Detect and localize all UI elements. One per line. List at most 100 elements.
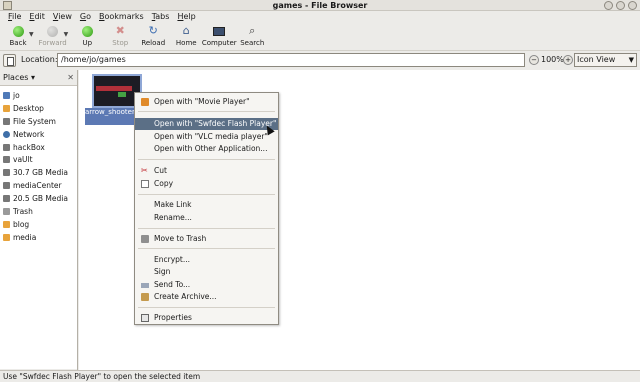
title-bar: games - File Browser bbox=[0, 0, 640, 11]
menu-bar: File Edit View Go Bookmarks Tabs Help bbox=[0, 11, 640, 23]
sidebar-item-vault[interactable]: vaUlt bbox=[0, 153, 77, 166]
menu-item-open-movie-player[interactable]: Open with "Movie Player" bbox=[135, 96, 278, 108]
forward-arrow-icon bbox=[46, 24, 60, 38]
minimize-button[interactable] bbox=[604, 1, 613, 10]
chevron-down-icon: ▼ bbox=[628, 56, 634, 64]
location-input[interactable]: /home/jo/games bbox=[57, 53, 525, 67]
search-button[interactable]: ⌕ Search bbox=[236, 23, 268, 48]
trash-icon bbox=[141, 235, 149, 243]
movie-player-icon bbox=[141, 98, 149, 106]
menu-item-cut[interactable]: ✂ Cut bbox=[135, 165, 278, 177]
menu-item-encrypt[interactable]: Encrypt... bbox=[135, 254, 278, 266]
reload-button[interactable]: ↻ Reload bbox=[137, 23, 169, 48]
menu-separator bbox=[138, 248, 275, 249]
desktop-folder-icon bbox=[3, 104, 10, 112]
menu-item-rename[interactable]: Rename... bbox=[135, 212, 278, 224]
folder-icon bbox=[3, 233, 10, 241]
home-button[interactable]: ⌂ Home bbox=[170, 23, 202, 48]
menu-item-send-to[interactable]: Send To... bbox=[135, 279, 278, 291]
sidebar: Places ▾ ✕ jo Desktop File System Networ… bbox=[0, 70, 78, 370]
sidebar-item-20gb-media[interactable]: 20.5 GB Media bbox=[0, 192, 77, 205]
menu-item-copy[interactable]: Copy bbox=[135, 178, 278, 190]
menu-bookmarks[interactable]: Bookmarks bbox=[95, 11, 148, 23]
sidebar-item-hackbox[interactable]: hackBox bbox=[0, 141, 77, 154]
stop-icon: ✖ bbox=[115, 24, 125, 37]
drive-icon bbox=[3, 195, 10, 203]
location-toggle-button[interactable] bbox=[3, 54, 16, 67]
sidebar-item-blog[interactable]: blog bbox=[0, 218, 77, 231]
sidebar-item-network[interactable]: Network bbox=[0, 128, 77, 141]
sidebar-header: Places ▾ ✕ bbox=[0, 70, 77, 86]
location-bar: Location: /home/jo/games − 100% + Icon V… bbox=[0, 50, 640, 69]
places-dropdown[interactable]: Places ▾ bbox=[3, 73, 35, 82]
up-arrow-icon bbox=[80, 24, 94, 38]
archive-icon bbox=[141, 293, 149, 301]
sidebar-item-jo[interactable]: jo bbox=[0, 89, 77, 102]
search-icon: ⌕ bbox=[249, 24, 256, 37]
copy-icon bbox=[141, 180, 149, 188]
close-sidebar-icon[interactable]: ✕ bbox=[67, 73, 74, 82]
menu-tabs[interactable]: Tabs bbox=[148, 11, 174, 23]
forward-history-dropdown[interactable]: ▼ bbox=[64, 31, 69, 38]
drive-icon bbox=[3, 169, 10, 177]
menu-item-open-other[interactable]: Open with Other Application... bbox=[135, 143, 278, 155]
back-arrow-icon bbox=[11, 24, 25, 38]
computer-icon bbox=[212, 24, 226, 38]
home-icon bbox=[3, 91, 10, 99]
toolbar: Back ▼ Forward ▼ Up ✖ Stop ↻ Reload ⌂ Ho… bbox=[0, 23, 640, 49]
context-menu: Open with "Movie Player" Open with "Swfd… bbox=[134, 92, 279, 325]
window-controls bbox=[604, 1, 637, 10]
menu-go[interactable]: Go bbox=[76, 11, 95, 23]
trash-icon bbox=[3, 207, 10, 215]
computer-button[interactable]: Computer bbox=[202, 23, 237, 48]
menu-item-open-swfdec[interactable]: Open with "Swfdec Flash Player" bbox=[135, 118, 278, 130]
drive-icon bbox=[3, 117, 10, 125]
menu-view[interactable]: View bbox=[49, 11, 76, 23]
close-button[interactable] bbox=[628, 1, 637, 10]
menu-separator bbox=[138, 194, 275, 195]
menu-item-make-link[interactable]: Make Link bbox=[135, 199, 278, 211]
menu-item-properties[interactable]: Properties bbox=[135, 312, 278, 324]
back-history-dropdown[interactable]: ▼ bbox=[29, 31, 34, 38]
menu-separator bbox=[138, 307, 275, 308]
reload-icon: ↻ bbox=[148, 24, 158, 37]
menu-edit[interactable]: Edit bbox=[25, 11, 49, 23]
home-icon: ⌂ bbox=[182, 24, 190, 37]
menu-item-open-vlc[interactable]: Open with "VLC media player" bbox=[135, 131, 278, 143]
sidebar-item-30gb-media[interactable]: 30.7 GB Media bbox=[0, 166, 77, 179]
view-mode-select[interactable]: Icon View ▼ bbox=[574, 53, 637, 67]
network-icon bbox=[3, 130, 10, 138]
menu-separator bbox=[138, 159, 275, 160]
status-bar: Use "Swfdec Flash Player" to open the se… bbox=[0, 370, 640, 382]
send-to-icon bbox=[141, 283, 149, 288]
properties-icon bbox=[141, 314, 149, 322]
sidebar-item-mediacenter[interactable]: mediaCenter bbox=[0, 179, 77, 192]
menu-item-sign[interactable]: Sign bbox=[135, 266, 278, 278]
folder-icon bbox=[3, 220, 10, 228]
sidebar-item-file-system[interactable]: File System bbox=[0, 115, 77, 128]
drive-icon bbox=[3, 156, 10, 164]
menu-item-move-to-trash[interactable]: Move to Trash bbox=[135, 233, 278, 245]
sidebar-item-trash[interactable]: Trash bbox=[0, 205, 77, 218]
location-label: Location: bbox=[21, 55, 58, 64]
zoom-out-icon[interactable]: − bbox=[529, 55, 539, 65]
menu-item-create-archive[interactable]: Create Archive... bbox=[135, 291, 278, 303]
sidebar-item-desktop[interactable]: Desktop bbox=[0, 102, 77, 115]
menu-separator bbox=[138, 228, 275, 229]
thumbnail-detail bbox=[118, 92, 126, 97]
drive-icon bbox=[3, 143, 10, 151]
zoom-in-icon[interactable]: + bbox=[563, 55, 573, 65]
menu-help[interactable]: Help bbox=[173, 11, 199, 23]
maximize-button[interactable] bbox=[616, 1, 625, 10]
menu-separator bbox=[138, 111, 275, 112]
up-button[interactable]: Up bbox=[71, 23, 103, 48]
stop-button[interactable]: ✖ Stop bbox=[104, 23, 136, 48]
scissors-icon: ✂ bbox=[141, 166, 148, 175]
thumbnail-detail bbox=[96, 86, 132, 91]
menu-file[interactable]: File bbox=[4, 11, 25, 23]
zoom-level[interactable]: 100% bbox=[541, 55, 564, 64]
window-title: games - File Browser bbox=[272, 1, 368, 10]
sidebar-item-media[interactable]: media bbox=[0, 231, 77, 244]
places-list: jo Desktop File System Network hackBox v… bbox=[0, 86, 77, 369]
drive-icon bbox=[3, 182, 10, 190]
